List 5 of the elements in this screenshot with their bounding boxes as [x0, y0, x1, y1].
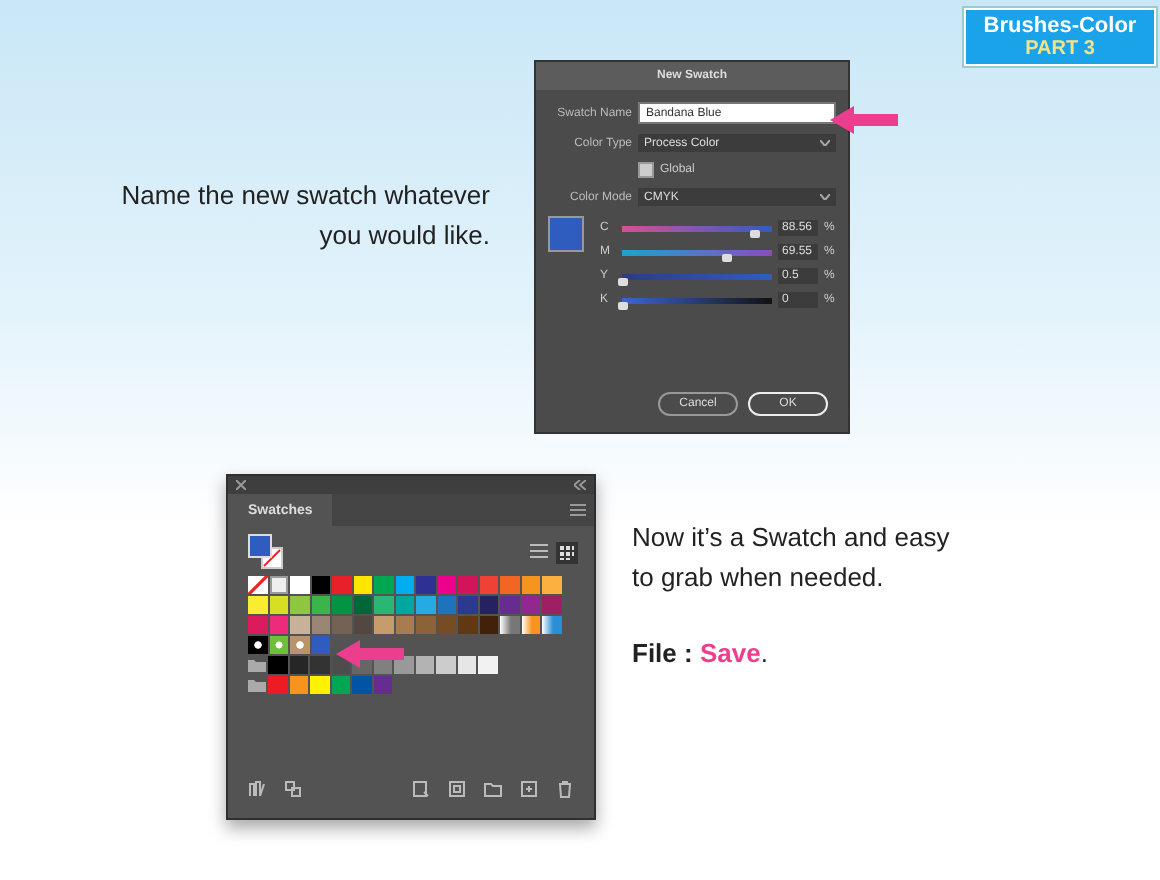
caption-text: Name the new swatch whatever you would like. — [120, 177, 492, 254]
caption-text: Now it’s a Swatch and easy to grab when needed. — [632, 520, 952, 596]
badge-subtitle: PART 3 — [1025, 38, 1095, 60]
save-instruction: File : Save. — [632, 638, 770, 668]
badge-title: Brushes-Color — [983, 14, 1137, 38]
